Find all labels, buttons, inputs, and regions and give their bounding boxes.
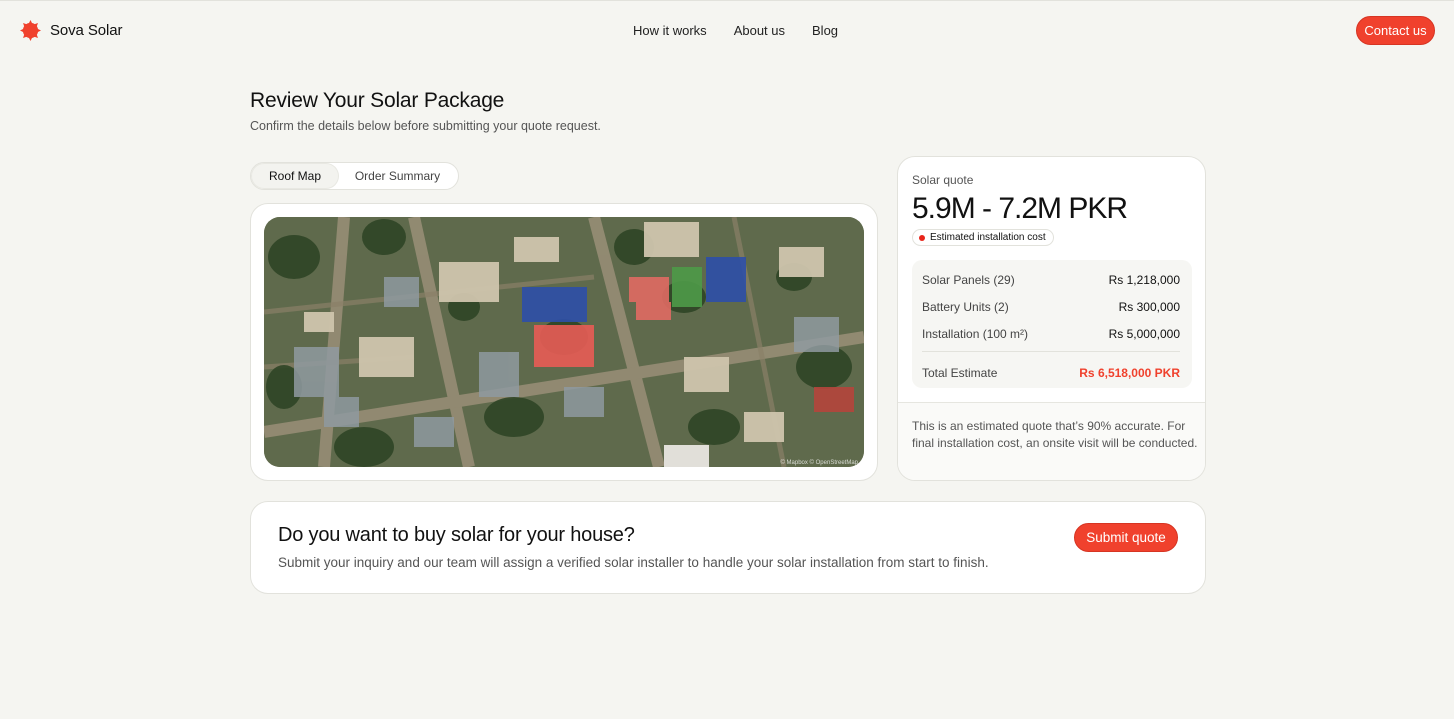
sun-badge-icon (20, 20, 41, 41)
tab-roof-map[interactable]: Roof Map (252, 164, 338, 188)
status-badge: Estimated installation cost (912, 229, 1054, 246)
breakdown-value: Rs 300,000 (1118, 300, 1180, 314)
brand-logo[interactable]: Sova Solar (20, 20, 122, 41)
status-dot-icon (919, 234, 925, 241)
breakdown-row-solar-panels: Solar Panels (29) Rs 1,218,000 (922, 273, 1180, 287)
purchase-cta-card: Do you want to buy solar for your house?… (250, 501, 1206, 594)
badge-label: Estimated installation cost (930, 232, 1046, 243)
view-tabs: Roof Map Order Summary (250, 162, 459, 190)
top-navigation: Sova Solar How it works About us Blog Co… (0, 1, 1454, 61)
main-nav: How it works About us Blog (633, 23, 838, 38)
breakdown-label: Solar Panels (29) (922, 273, 1015, 287)
breakdown-row-total: Total Estimate Rs 6,518,000 PKR (922, 366, 1180, 380)
nav-link-how-it-works[interactable]: How it works (633, 23, 707, 38)
breakdown-row-battery-units: Battery Units (2) Rs 300,000 (922, 300, 1180, 314)
solar-quote-card: Solar quote 5.9M - 7.2M PKR Estimated in… (897, 156, 1206, 481)
nav-link-blog[interactable]: Blog (812, 23, 838, 38)
cta-subtitle: Submit your inquiry and our team will as… (278, 555, 989, 570)
breakdown-label: Installation (100 m²) (922, 327, 1029, 341)
map-attribution: © Mapbox © OpenStreetMap (780, 460, 858, 466)
breakdown-divider (922, 351, 1180, 352)
breakdown-row-installation: Installation (100 m²) Rs 5,000,000 (922, 327, 1180, 341)
submit-quote-button[interactable]: Submit quote (1074, 523, 1178, 552)
nav-link-about-us[interactable]: About us (734, 23, 785, 38)
total-value: Rs 6,518,000 PKR (1079, 366, 1180, 380)
tab-order-summary[interactable]: Order Summary (338, 164, 457, 188)
cost-breakdown: Solar Panels (29) Rs 1,218,000 Battery U… (912, 260, 1192, 388)
quote-label: Solar quote (912, 173, 974, 187)
brand-name: Sova Solar (50, 22, 123, 39)
page-subtitle: Confirm the details below before submitt… (250, 119, 601, 133)
quote-range: 5.9M - 7.2M PKR (912, 192, 1128, 225)
quote-note: This is an estimated quote that’s 90% ac… (912, 419, 1198, 450)
contact-us-button[interactable]: Contact us (1356, 16, 1435, 45)
roof-map-card: © Mapbox © OpenStreetMap (250, 203, 878, 481)
satellite-image (264, 217, 864, 467)
quote-footer: This is an estimated quote that’s 90% ac… (898, 402, 1205, 480)
breakdown-label: Battery Units (2) (922, 300, 1009, 314)
page-title: Review Your Solar Package (250, 89, 505, 112)
cta-title: Do you want to buy solar for your house? (278, 524, 635, 546)
satellite-roof-map[interactable]: © Mapbox © OpenStreetMap (264, 217, 864, 467)
breakdown-value: Rs 1,218,000 (1108, 273, 1180, 287)
breakdown-value: Rs 5,000,000 (1108, 327, 1180, 341)
total-label: Total Estimate (922, 366, 998, 380)
